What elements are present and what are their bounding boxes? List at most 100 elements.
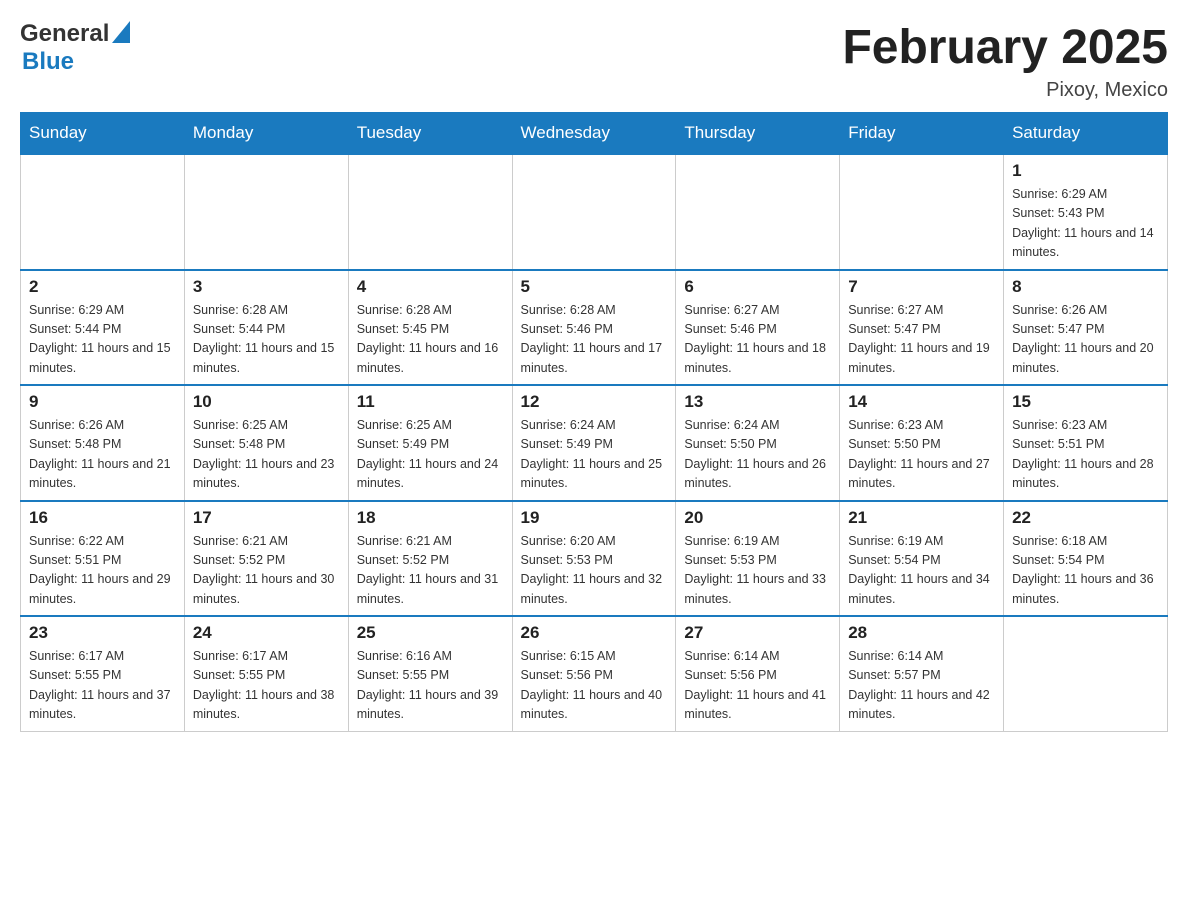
day-info: Sunrise: 6:25 AMSunset: 5:49 PMDaylight:… (357, 416, 504, 494)
table-row: 17 Sunrise: 6:21 AMSunset: 5:52 PMDayligh… (184, 501, 348, 617)
logo: General Blue (20, 20, 130, 76)
week-row: 1 Sunrise: 6:29 AMSunset: 5:43 PMDaylight… (21, 154, 1168, 270)
day-number: 6 (684, 277, 831, 297)
header-tuesday: Tuesday (348, 113, 512, 155)
logo-triangle-icon (112, 21, 130, 48)
table-row: 27 Sunrise: 6:14 AMSunset: 5:56 PMDayligh… (676, 616, 840, 731)
table-row: 16 Sunrise: 6:22 AMSunset: 5:51 PMDayligh… (21, 501, 185, 617)
day-number: 16 (29, 508, 176, 528)
table-row: 14 Sunrise: 6:23 AMSunset: 5:50 PMDayligh… (840, 385, 1004, 501)
day-number: 24 (193, 623, 340, 643)
day-number: 25 (357, 623, 504, 643)
calendar-header-row: Sunday Monday Tuesday Wednesday Thursday… (21, 113, 1168, 155)
day-info: Sunrise: 6:25 AMSunset: 5:48 PMDaylight:… (193, 416, 340, 494)
day-number: 11 (357, 392, 504, 412)
table-row (840, 154, 1004, 270)
day-number: 15 (1012, 392, 1159, 412)
day-number: 4 (357, 277, 504, 297)
table-row: 21 Sunrise: 6:19 AMSunset: 5:54 PMDayligh… (840, 501, 1004, 617)
table-row: 20 Sunrise: 6:19 AMSunset: 5:53 PMDayligh… (676, 501, 840, 617)
page-header: General Blue February 2025 Pixoy, Mexico (20, 20, 1168, 102)
day-info: Sunrise: 6:29 AMSunset: 5:43 PMDaylight:… (1012, 185, 1159, 263)
table-row: 1 Sunrise: 6:29 AMSunset: 5:43 PMDaylight… (1004, 154, 1168, 270)
day-number: 12 (521, 392, 668, 412)
day-info: Sunrise: 6:16 AMSunset: 5:55 PMDaylight:… (357, 647, 504, 725)
week-row: 2 Sunrise: 6:29 AMSunset: 5:44 PMDaylight… (21, 270, 1168, 386)
day-info: Sunrise: 6:24 AMSunset: 5:50 PMDaylight:… (684, 416, 831, 494)
day-info: Sunrise: 6:27 AMSunset: 5:47 PMDaylight:… (848, 301, 995, 379)
day-number: 14 (848, 392, 995, 412)
day-number: 22 (1012, 508, 1159, 528)
title-section: February 2025 Pixoy, Mexico (842, 20, 1168, 102)
day-info: Sunrise: 6:23 AMSunset: 5:50 PMDaylight:… (848, 416, 995, 494)
table-row: 11 Sunrise: 6:25 AMSunset: 5:49 PMDayligh… (348, 385, 512, 501)
day-info: Sunrise: 6:27 AMSunset: 5:46 PMDaylight:… (684, 301, 831, 379)
table-row: 8Sunrise: 6:26 AMSunset: 5:47 PMDaylight… (1004, 270, 1168, 386)
header-friday: Friday (840, 113, 1004, 155)
day-info: Sunrise: 6:29 AMSunset: 5:44 PMDaylight:… (29, 301, 176, 379)
day-info: Sunrise: 6:28 AMSunset: 5:44 PMDaylight:… (193, 301, 340, 379)
table-row (348, 154, 512, 270)
day-number: 13 (684, 392, 831, 412)
table-row: 6 Sunrise: 6:27 AMSunset: 5:46 PMDaylight… (676, 270, 840, 386)
day-number: 7 (848, 277, 995, 297)
table-row (676, 154, 840, 270)
day-info: Sunrise: 6:19 AMSunset: 5:54 PMDaylight:… (848, 532, 995, 610)
header-wednesday: Wednesday (512, 113, 676, 155)
day-info: Sunrise: 6:26 AMSunset: 5:47 PMDaylight:… (1012, 301, 1159, 379)
logo-blue-text: Blue (22, 48, 74, 75)
day-info: Sunrise: 6:20 AMSunset: 5:53 PMDaylight:… (521, 532, 668, 610)
day-info: Sunrise: 6:24 AMSunset: 5:49 PMDaylight:… (521, 416, 668, 494)
table-row: 22 Sunrise: 6:18 AMSunset: 5:54 PMDayligh… (1004, 501, 1168, 617)
table-row: 26Sunrise: 6:15 AMSunset: 5:56 PMDayligh… (512, 616, 676, 731)
table-row: 5Sunrise: 6:28 AMSunset: 5:46 PMDaylight… (512, 270, 676, 386)
day-info: Sunrise: 6:15 AMSunset: 5:56 PMDaylight:… (521, 647, 668, 725)
day-number: 28 (848, 623, 995, 643)
table-row: 24 Sunrise: 6:17 AMSunset: 5:55 PMDayligh… (184, 616, 348, 731)
header-monday: Monday (184, 113, 348, 155)
day-info: Sunrise: 6:21 AMSunset: 5:52 PMDaylight:… (193, 532, 340, 610)
day-number: 1 (1012, 161, 1159, 181)
day-info: Sunrise: 6:17 AMSunset: 5:55 PMDaylight:… (193, 647, 340, 725)
logo-general-text: General (20, 20, 109, 48)
table-row (512, 154, 676, 270)
header-thursday: Thursday (676, 113, 840, 155)
day-info: Sunrise: 6:23 AMSunset: 5:51 PMDaylight:… (1012, 416, 1159, 494)
day-number: 19 (521, 508, 668, 528)
day-number: 9 (29, 392, 176, 412)
day-number: 3 (193, 277, 340, 297)
day-info: Sunrise: 6:26 AMSunset: 5:48 PMDaylight:… (29, 416, 176, 494)
table-row: 15 Sunrise: 6:23 AMSunset: 5:51 PMDayligh… (1004, 385, 1168, 501)
day-info: Sunrise: 6:21 AMSunset: 5:52 PMDaylight:… (357, 532, 504, 610)
table-row: 2 Sunrise: 6:29 AMSunset: 5:44 PMDaylight… (21, 270, 185, 386)
week-row: 23 Sunrise: 6:17 AMSunset: 5:55 PMDayligh… (21, 616, 1168, 731)
day-number: 17 (193, 508, 340, 528)
table-row: 4 Sunrise: 6:28 AMSunset: 5:45 PMDaylight… (348, 270, 512, 386)
day-info: Sunrise: 6:28 AMSunset: 5:45 PMDaylight:… (357, 301, 504, 379)
table-row: 25 Sunrise: 6:16 AMSunset: 5:55 PMDayligh… (348, 616, 512, 731)
table-row: 7 Sunrise: 6:27 AMSunset: 5:47 PMDaylight… (840, 270, 1004, 386)
day-info: Sunrise: 6:14 AMSunset: 5:56 PMDaylight:… (684, 647, 831, 725)
day-number: 27 (684, 623, 831, 643)
table-row: 23 Sunrise: 6:17 AMSunset: 5:55 PMDayligh… (21, 616, 185, 731)
day-number: 21 (848, 508, 995, 528)
location: Pixoy, Mexico (842, 79, 1168, 102)
table-row: 13 Sunrise: 6:24 AMSunset: 5:50 PMDayligh… (676, 385, 840, 501)
header-saturday: Saturday (1004, 113, 1168, 155)
table-row (1004, 616, 1168, 731)
week-row: 16 Sunrise: 6:22 AMSunset: 5:51 PMDayligh… (21, 501, 1168, 617)
day-info: Sunrise: 6:14 AMSunset: 5:57 PMDaylight:… (848, 647, 995, 725)
day-number: 18 (357, 508, 504, 528)
day-number: 10 (193, 392, 340, 412)
day-number: 2 (29, 277, 176, 297)
table-row: 3 Sunrise: 6:28 AMSunset: 5:44 PMDaylight… (184, 270, 348, 386)
day-info: Sunrise: 6:19 AMSunset: 5:53 PMDaylight:… (684, 532, 831, 610)
day-info: Sunrise: 6:18 AMSunset: 5:54 PMDaylight:… (1012, 532, 1159, 610)
day-number: 23 (29, 623, 176, 643)
day-info: Sunrise: 6:28 AMSunset: 5:46 PMDaylight:… (521, 301, 668, 379)
table-row: 9 Sunrise: 6:26 AMSunset: 5:48 PMDaylight… (21, 385, 185, 501)
table-row: 19 Sunrise: 6:20 AMSunset: 5:53 PMDayligh… (512, 501, 676, 617)
day-number: 20 (684, 508, 831, 528)
day-info: Sunrise: 6:22 AMSunset: 5:51 PMDaylight:… (29, 532, 176, 610)
day-info: Sunrise: 6:17 AMSunset: 5:55 PMDaylight:… (29, 647, 176, 725)
